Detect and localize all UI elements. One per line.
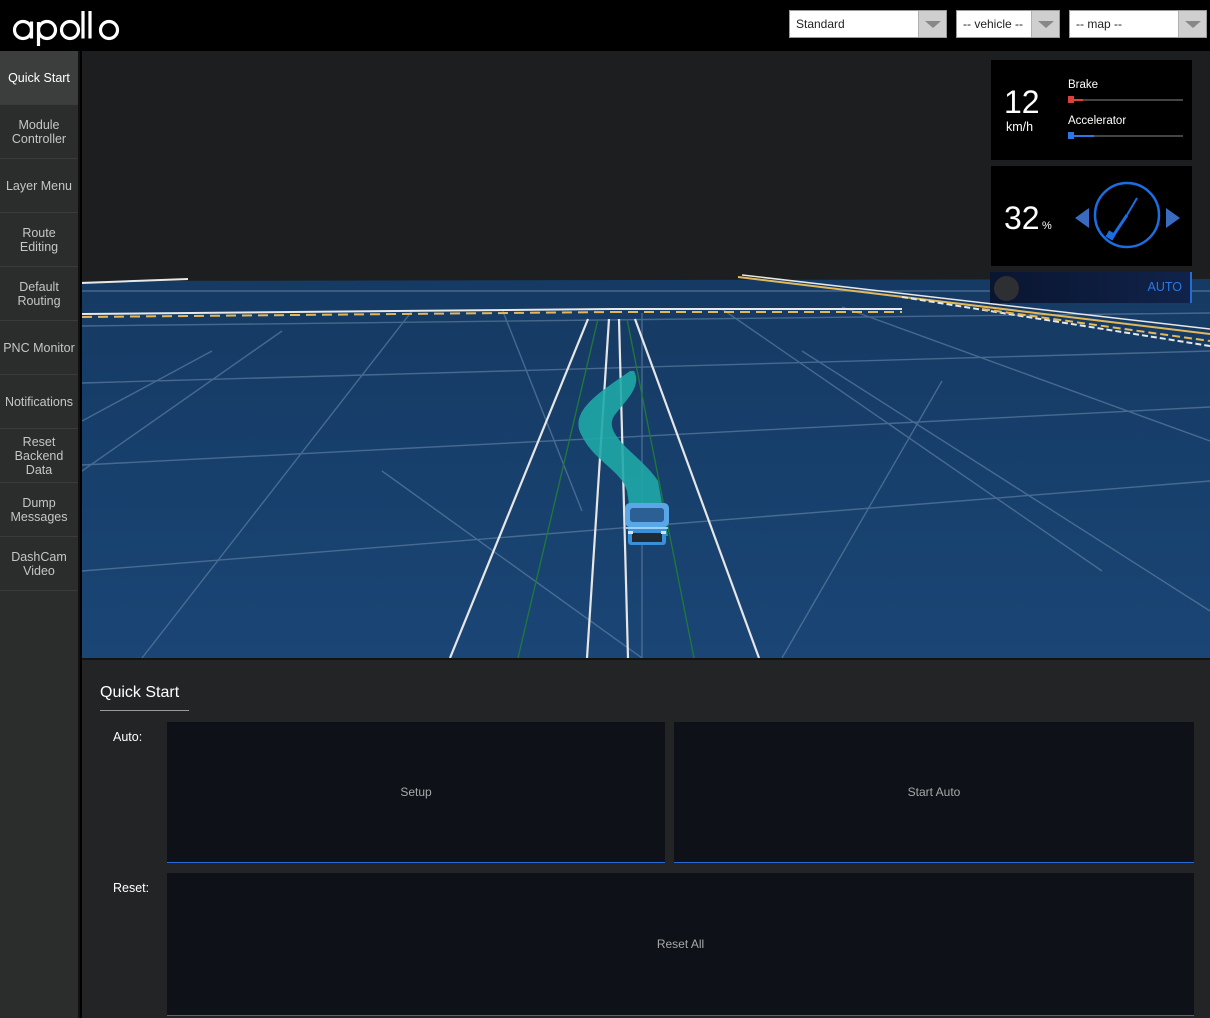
apollo-logo xyxy=(12,8,124,48)
turn-right-icon xyxy=(1166,208,1180,228)
sidebar-item-dump-messages[interactable]: Dump Messages xyxy=(0,483,78,537)
mode-select[interactable]: Standard xyxy=(789,10,947,38)
sidebar: Quick Start Module Controller Layer Menu… xyxy=(0,51,80,1018)
sidebar-item-quick-start[interactable]: Quick Start xyxy=(0,51,78,105)
driving-mode-text: AUTO xyxy=(1147,280,1183,294)
speed-unit: km/h xyxy=(1006,120,1034,134)
chevron-down-icon[interactable] xyxy=(1031,11,1059,37)
sidebar-item-pnc-monitor[interactable]: PNC Monitor xyxy=(0,321,78,375)
speed-value: 12 xyxy=(1004,84,1040,120)
brake-bar-knob xyxy=(1068,96,1074,103)
mode-select-value: Standard xyxy=(796,17,845,31)
reset-all-button-label: Reset All xyxy=(656,937,705,951)
brake-label: Brake xyxy=(1068,79,1099,91)
steering-panel: 32 % xyxy=(991,166,1192,266)
setup-button-label: Setup xyxy=(400,785,432,799)
sidebar-item-module-controller[interactable]: Module Controller xyxy=(0,105,78,159)
sidebar-item-default-routing[interactable]: Default Routing xyxy=(0,267,78,321)
header-bar: Standard -- vehicle -- -- map -- xyxy=(0,0,1210,51)
vehicle-select-value: -- vehicle -- xyxy=(963,17,1024,31)
sidebar-item-notifications[interactable]: Notifications xyxy=(0,375,78,429)
setup-button[interactable]: Setup xyxy=(167,722,665,863)
mode-indicator-dot xyxy=(994,276,1019,301)
panel-title: Quick Start xyxy=(100,684,180,701)
sidebar-item-reset-backend-data[interactable]: Reset Backend Data xyxy=(0,429,78,483)
sidebar-item-layer-menu[interactable]: Layer Menu xyxy=(0,159,78,213)
accelerator-bar-knob xyxy=(1068,132,1074,139)
chevron-down-icon[interactable] xyxy=(918,11,946,37)
steering-value: 32 xyxy=(1004,200,1040,236)
accelerator-bar xyxy=(1068,132,1183,139)
turn-left-icon xyxy=(1075,208,1089,228)
auto-label: Auto: xyxy=(113,730,143,744)
reset-all-button[interactable]: Reset All xyxy=(167,873,1194,1016)
speed-panel: 12 km/h Brake Accelerator xyxy=(991,60,1192,160)
sidebar-item-dashcam-video[interactable]: DashCam Video xyxy=(0,537,78,591)
steering-unit: % xyxy=(1042,220,1052,232)
steering-wheel-icon xyxy=(1093,181,1161,249)
title-underline xyxy=(100,710,189,711)
chevron-down-icon[interactable] xyxy=(1178,11,1206,37)
accelerator-label: Accelerator xyxy=(1068,115,1127,127)
vehicle-select[interactable]: -- vehicle -- xyxy=(956,10,1060,38)
start-auto-button-label: Start Auto xyxy=(907,785,961,799)
brake-bar xyxy=(1068,96,1183,103)
sidebar-item-route-editing[interactable]: Route Editing xyxy=(0,213,78,267)
map-select[interactable]: -- map -- xyxy=(1069,10,1207,38)
start-auto-button[interactable]: Start Auto xyxy=(674,722,1194,863)
quick-start-panel: Quick Start Auto: Setup Start Auto Reset… xyxy=(82,658,1210,1018)
driving-mode-indicator: AUTO xyxy=(990,272,1192,303)
reset-label: Reset: xyxy=(113,881,150,895)
ego-vehicle xyxy=(625,503,669,545)
map-select-value: -- map -- xyxy=(1076,17,1122,31)
